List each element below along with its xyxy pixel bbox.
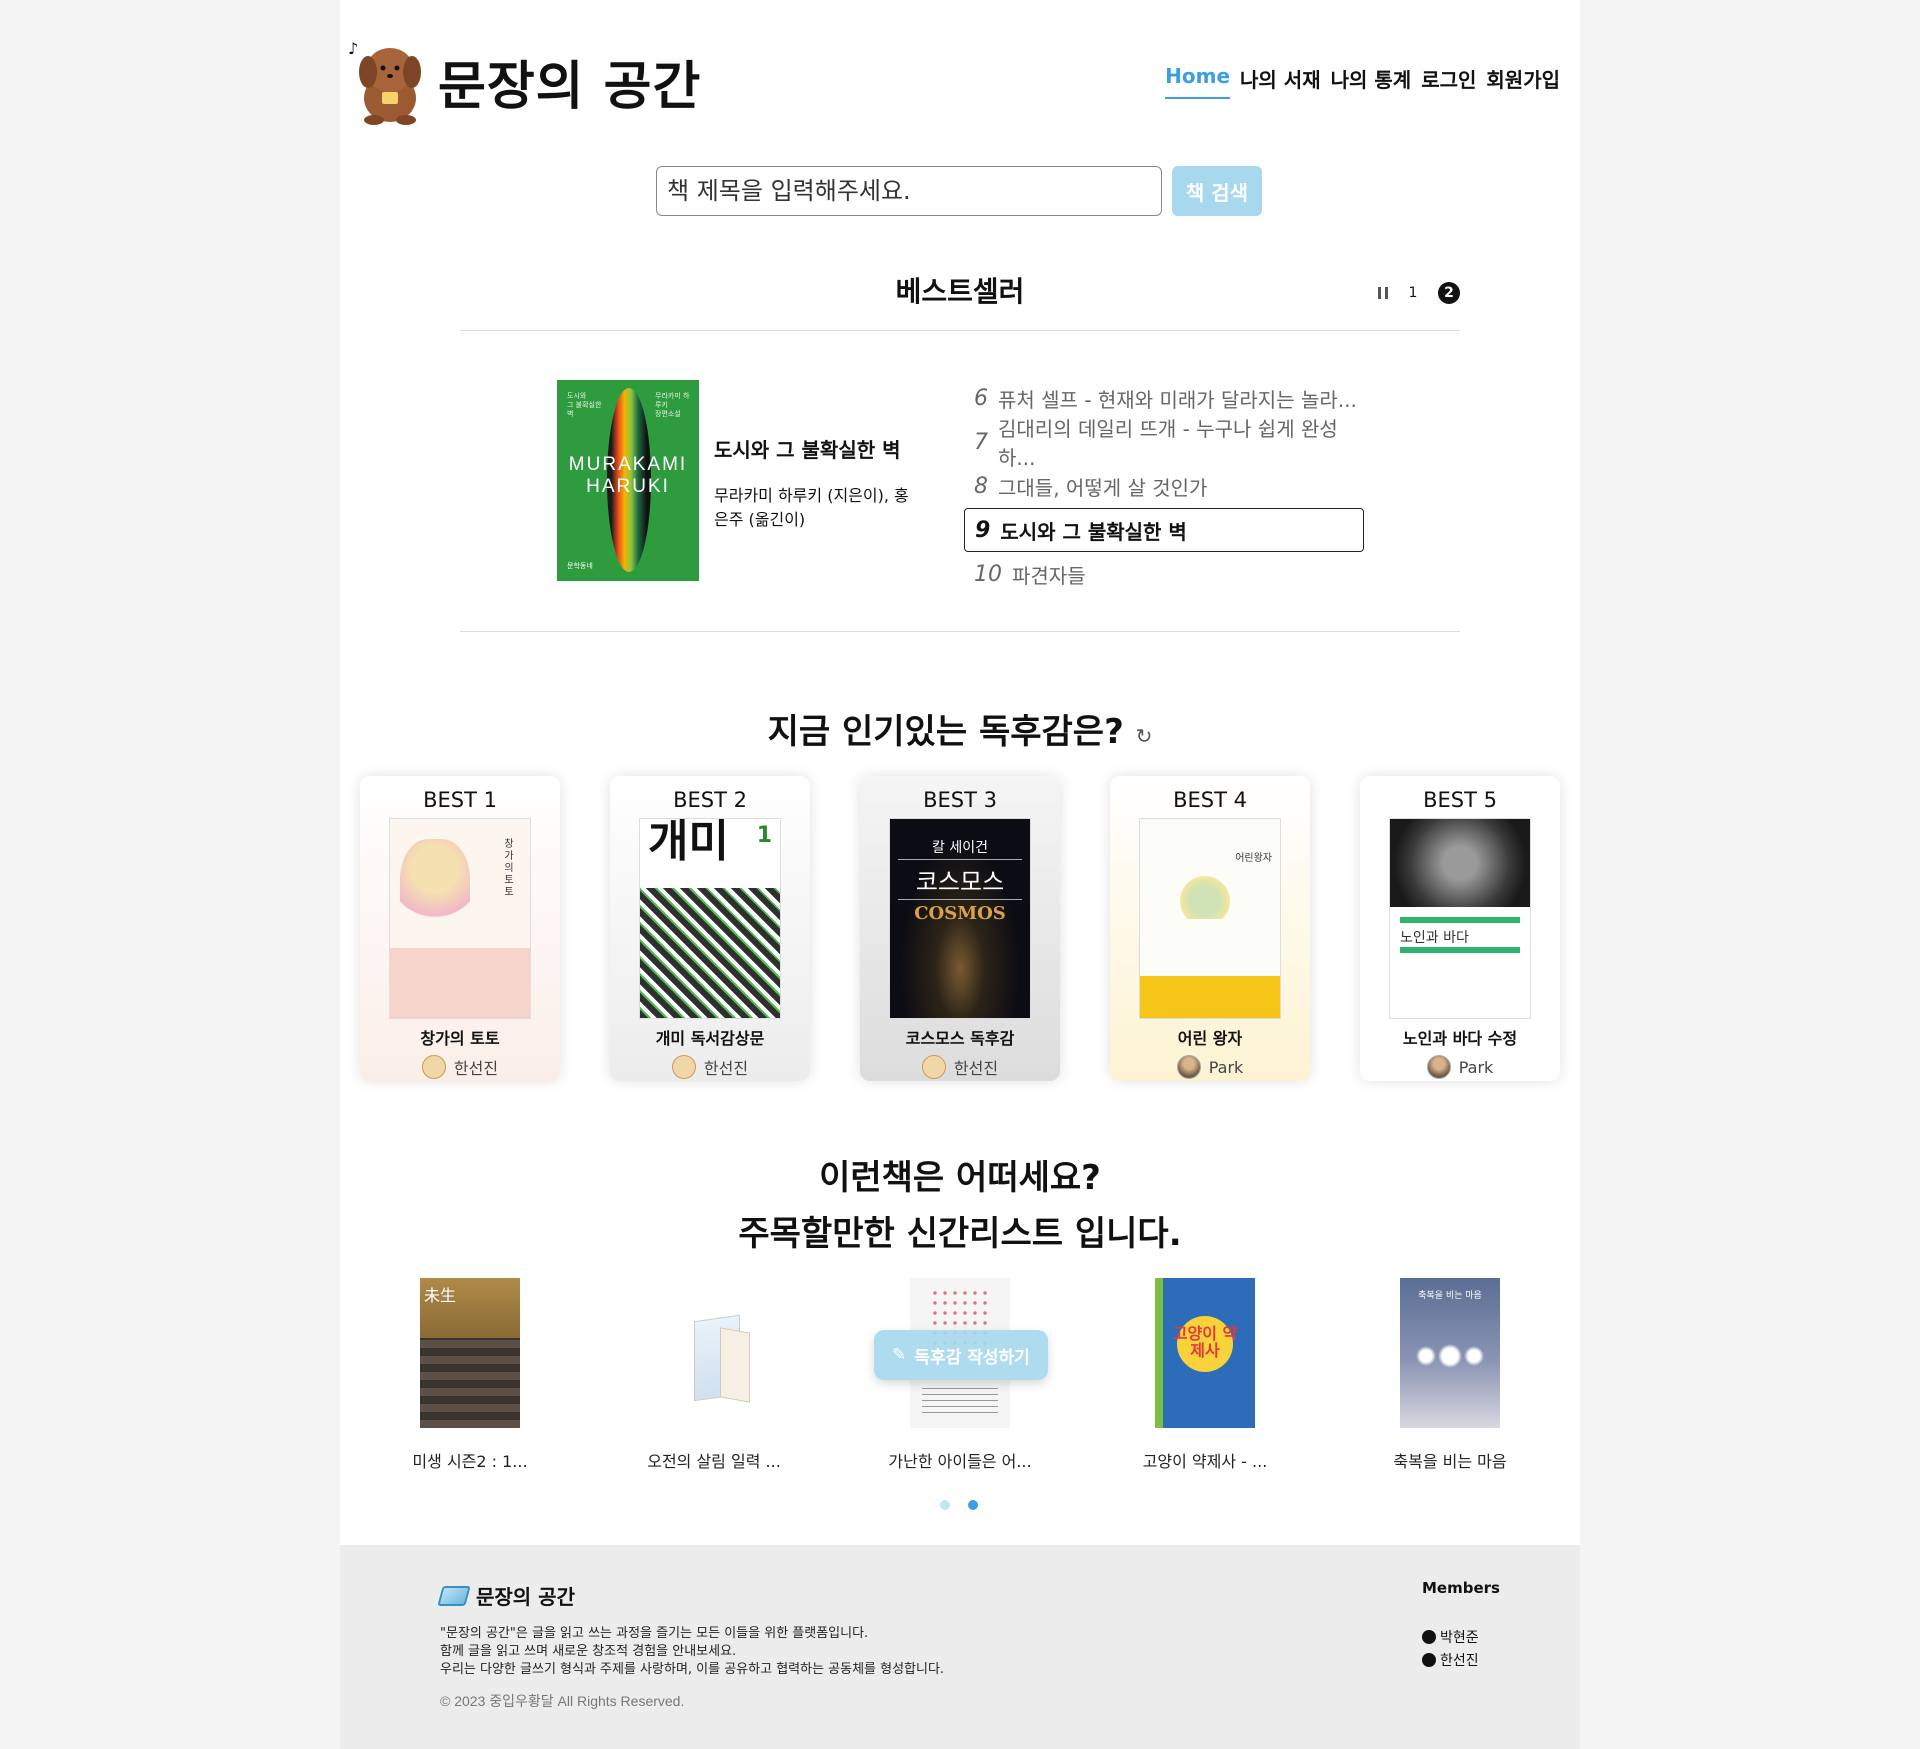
new-book-item[interactable]: 오전의 살림 일력 ... bbox=[634, 1278, 794, 1472]
book-icon bbox=[437, 1585, 471, 1606]
new-books-heading-2: 주목할만한 신간리스트 입니다. bbox=[738, 1214, 1182, 1254]
divider bbox=[460, 330, 1460, 331]
pencil-icon: ✎ bbox=[892, 1345, 907, 1365]
new-books-heading-1: 이런책은 어떠세요? bbox=[819, 1158, 1101, 1198]
footer-brand: 문장의 공간 bbox=[437, 1581, 575, 1610]
main-nav: Home 나의 서재 나의 통계 로그인 회원가입 bbox=[1165, 64, 1560, 99]
logo[interactable]: ♪ 문장의 공간 bbox=[348, 36, 701, 126]
nav-login[interactable]: 로그인 bbox=[1421, 64, 1476, 99]
carousel-dot-active[interactable] bbox=[968, 1500, 978, 1510]
search-button[interactable]: 책 검색 bbox=[1172, 166, 1262, 216]
nav-my-stats[interactable]: 나의 통계 bbox=[1331, 64, 1412, 99]
avatar bbox=[921, 1055, 946, 1079]
book-cover: 어린왕자 bbox=[1139, 818, 1281, 1019]
nav-home[interactable]: Home bbox=[1165, 64, 1231, 99]
new-book-item[interactable]: 축복을 비는 마음 축복을 비는 마음 bbox=[1370, 1278, 1530, 1472]
book-cover: 개미 1 bbox=[639, 818, 781, 1019]
page-button-1[interactable]: 1 bbox=[1402, 282, 1424, 304]
nav-signup[interactable]: 회원가입 bbox=[1486, 64, 1560, 99]
github-icon bbox=[1422, 1630, 1436, 1644]
book-cover: 칼 세이건 코스모스 COSMOS bbox=[889, 818, 1031, 1019]
book-cover: 未生 bbox=[420, 1278, 520, 1428]
cover-author-text: MURAKAMI HARUKI bbox=[568, 454, 688, 497]
carousel-dots bbox=[940, 1500, 978, 1510]
nav-my-library[interactable]: 나의 서재 bbox=[1240, 64, 1321, 99]
rank-item[interactable]: 10 파견자들 bbox=[964, 552, 1364, 596]
footer: 문장의 공간 "문장의 공간"은 글을 읽고 쓰는 과정을 즐기는 모든 이들을… bbox=[340, 1545, 1580, 1749]
avatar bbox=[671, 1055, 696, 1079]
divider bbox=[460, 631, 1460, 632]
rank-item-active[interactable]: 9 도시와 그 불확실한 벽 bbox=[964, 508, 1364, 552]
site-title: 문장의 공간 bbox=[438, 56, 702, 117]
featured-book-title[interactable]: 도시와 그 불확실한 벽 bbox=[714, 434, 901, 463]
review-card[interactable]: BEST 2 개미 1 개미 독서감상문 한선진 bbox=[610, 776, 810, 1081]
search-bar: 책 검색 bbox=[656, 166, 1262, 216]
puppy-mascot-icon: ♪ bbox=[348, 39, 421, 125]
book-cover bbox=[664, 1278, 764, 1428]
rank-item[interactable]: 7 김대리의 데일리 뜨개 - 누구나 쉽게 완성하... bbox=[964, 417, 1364, 470]
popular-review-cards: BEST 1 창가의 토토 창가의 토토 한선진 BEST 2 개미 1 개미 … bbox=[360, 776, 1560, 1081]
svg-text:♪: ♪ bbox=[348, 39, 358, 58]
popular-reviews-heading: 지금 인기있는 독후감은? ↻ bbox=[767, 712, 1153, 752]
review-card[interactable]: BEST 1 창가의 토토 창가의 토토 한선진 bbox=[360, 776, 560, 1081]
search-input[interactable] bbox=[656, 166, 1162, 216]
page: ♪ 문장의 공간 Home 나의 서재 나의 통계 로그인 회원가입 책 검색 … bbox=[340, 0, 1580, 1749]
featured-book-author: 무라카미 하루키 (지은이), 홍은주 (옮긴이) bbox=[714, 486, 909, 529]
book-cover: 노인과 바다 bbox=[1389, 818, 1531, 1019]
review-card[interactable]: BEST 4 어린왕자 어린 왕자 Park bbox=[1110, 776, 1310, 1081]
copyright: © 2023 중입우황달 All Rights Reserved. bbox=[440, 1693, 685, 1709]
book-cover: 고양이 약제사 bbox=[1155, 1278, 1255, 1428]
book-cover: 창가의 토토 bbox=[389, 818, 531, 1019]
members-label: Members bbox=[1422, 1579, 1500, 1597]
review-card[interactable]: BEST 5 노인과 바다 노인과 바다 수정 Park bbox=[1360, 776, 1560, 1081]
write-review-button[interactable]: ✎ 독후감 작성하기 bbox=[874, 1330, 1048, 1380]
github-icon bbox=[1422, 1653, 1436, 1667]
bestseller-rank-list: 6 퓨처 셀프 - 현재와 미래가 달라지는 놀라... 7 김대리의 데일리 뜨개… bbox=[964, 376, 1364, 596]
new-book-item[interactable]: 고양이 약제사 고양이 약제사 - ... bbox=[1125, 1278, 1285, 1472]
review-card[interactable]: BEST 3 칼 세이건 코스모스 COSMOS 코스모스 독후감 한선진 bbox=[860, 776, 1060, 1081]
avatar bbox=[1176, 1055, 1201, 1079]
avatar bbox=[421, 1055, 446, 1079]
refresh-icon[interactable]: ↻ bbox=[1136, 724, 1153, 748]
new-book-item[interactable]: 未生 미생 시즌2 : 1... bbox=[390, 1278, 550, 1472]
bestseller-pagination: 1 2 bbox=[1378, 282, 1460, 304]
footer-description: "문장의 공간"은 글을 읽고 쓰는 과정을 즐기는 모든 이들을 위한 플랫폼… bbox=[440, 1626, 945, 1677]
pause-icon[interactable] bbox=[1378, 287, 1388, 299]
avatar bbox=[1426, 1055, 1451, 1079]
featured-book-cover[interactable]: 도시와 그 불확실한 벽 무라카미 하루키 장편소설 MURAKAMI HARUKI … bbox=[557, 380, 699, 581]
book-cover: 축복을 비는 마음 bbox=[1400, 1278, 1500, 1428]
member-link[interactable]: 한선진 bbox=[1422, 1650, 1479, 1670]
page-button-2[interactable]: 2 bbox=[1438, 282, 1460, 304]
member-link[interactable]: 박현준 bbox=[1422, 1627, 1479, 1647]
carousel-dot[interactable] bbox=[940, 1500, 950, 1510]
